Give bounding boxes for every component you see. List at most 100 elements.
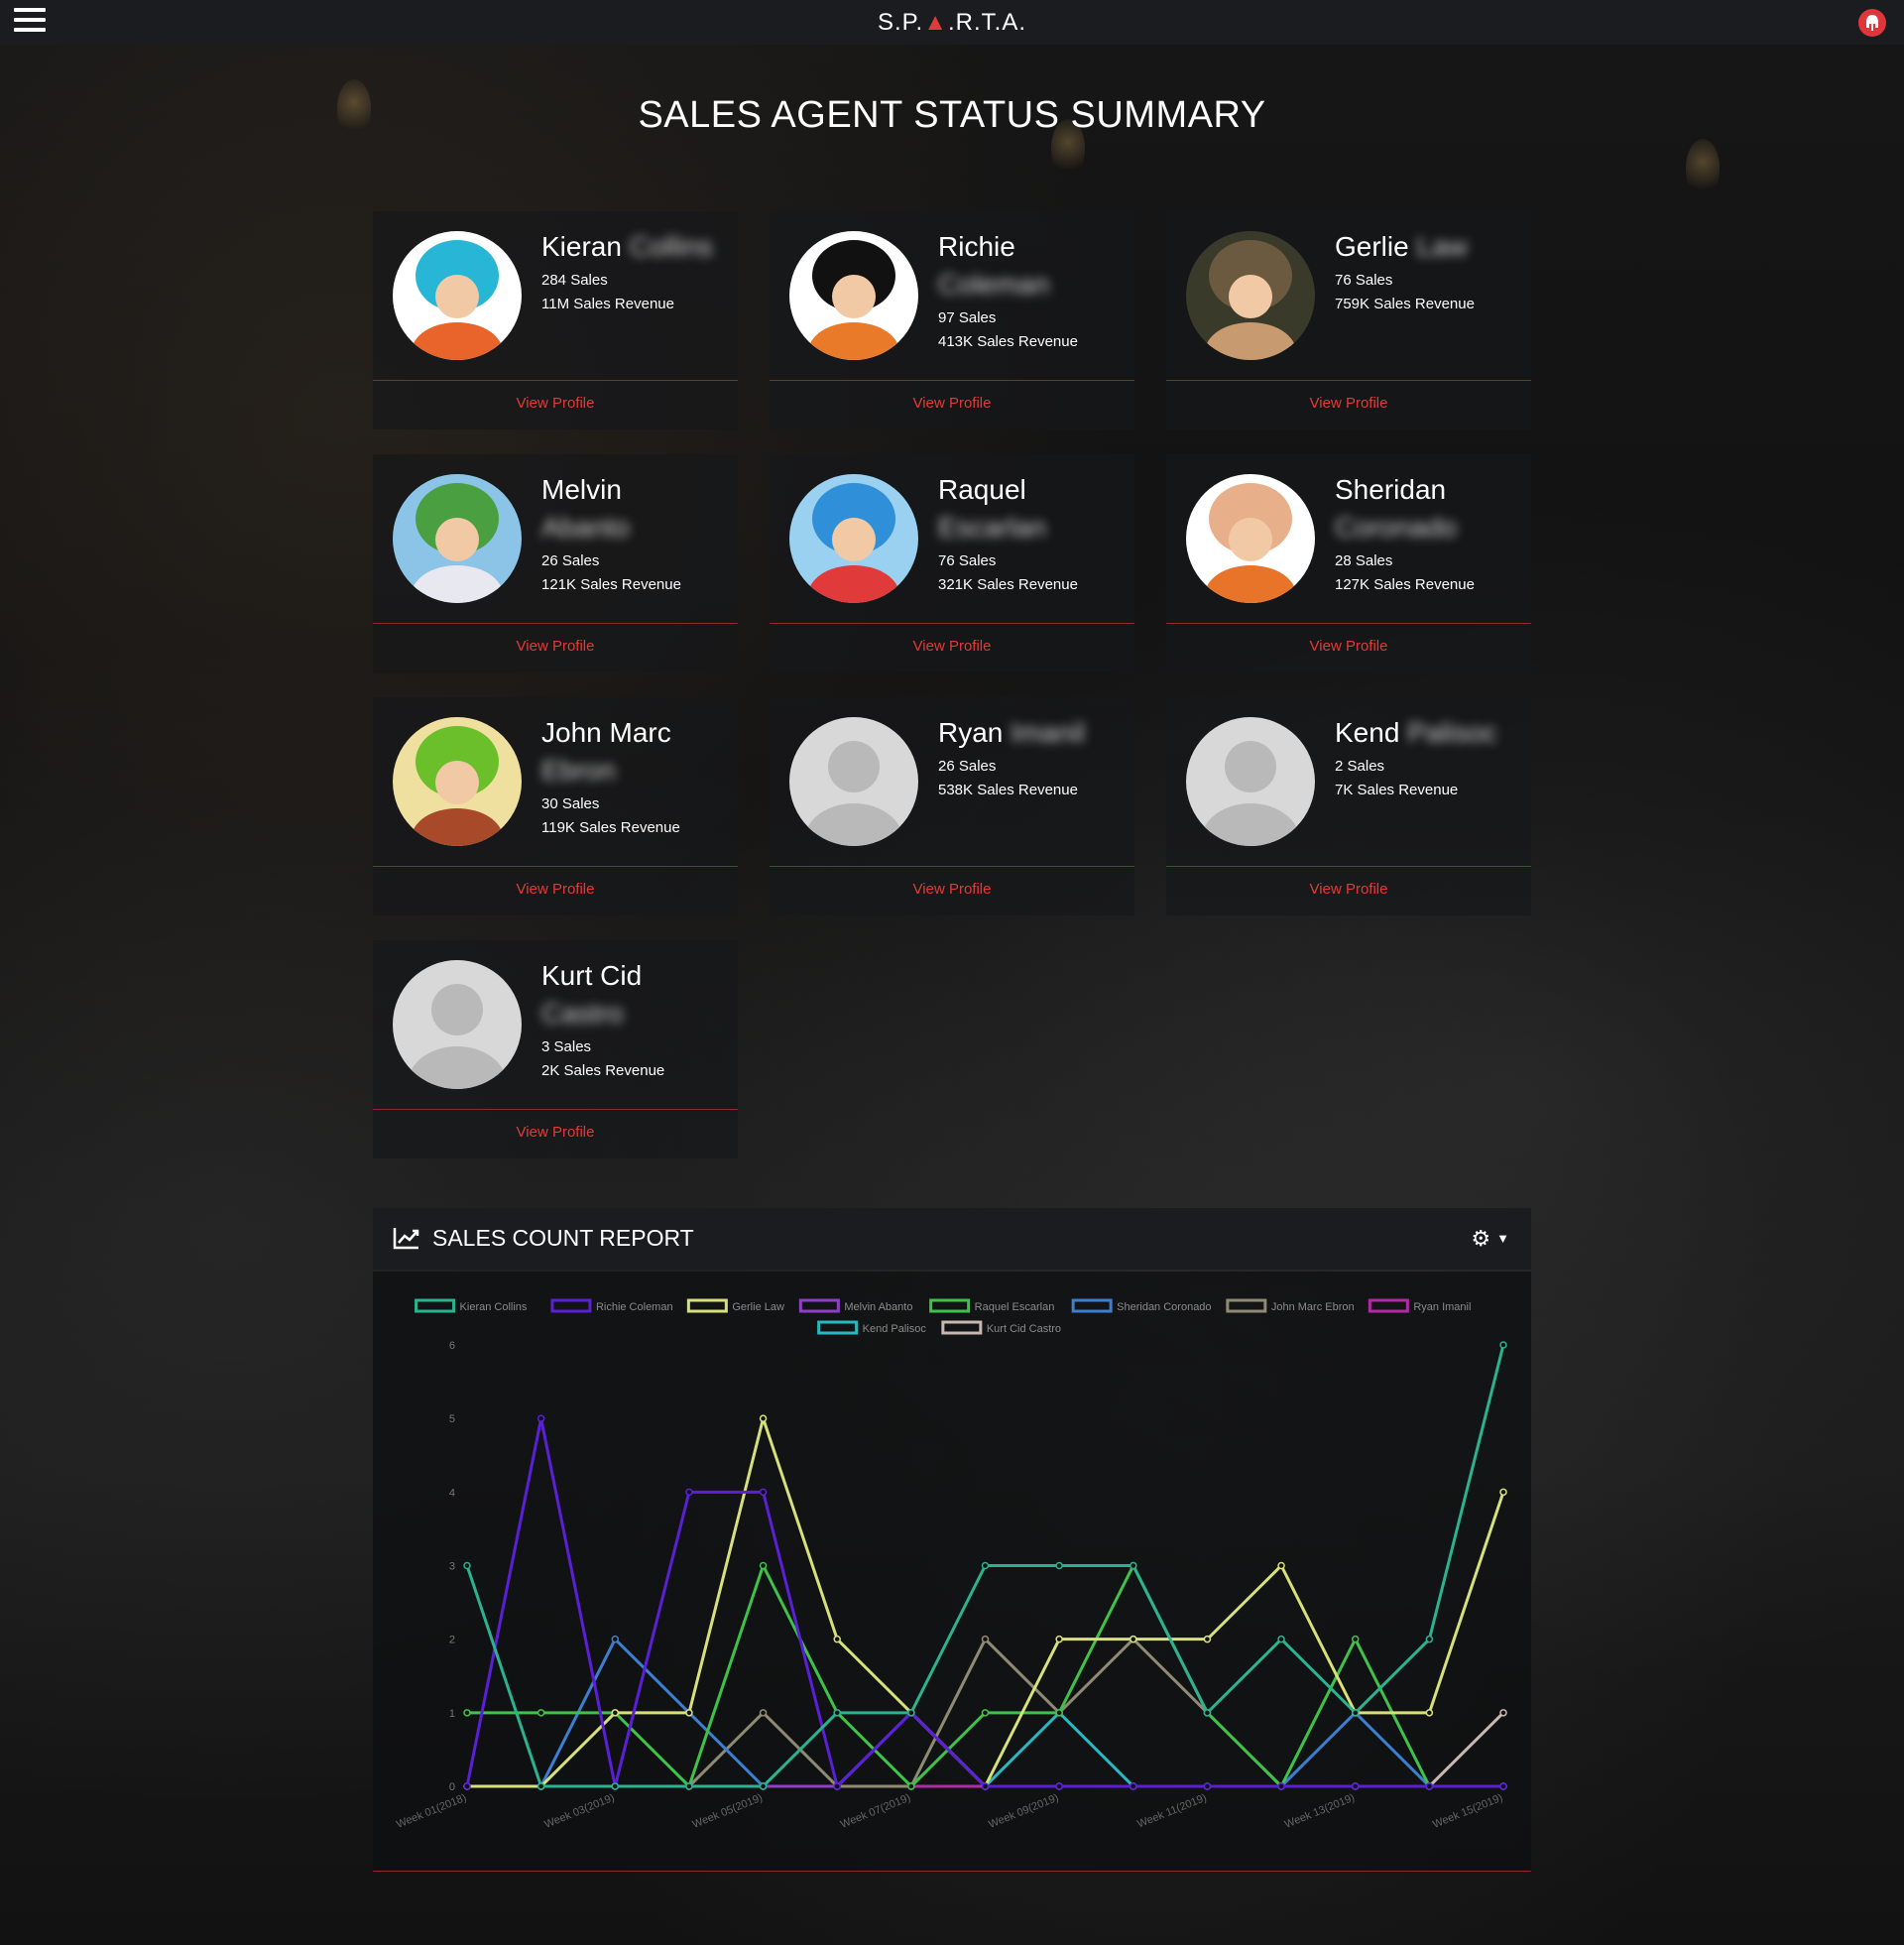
view-profile-link[interactable]: View Profile: [1166, 638, 1531, 655]
caret-down-icon: ▼: [1496, 1231, 1509, 1246]
agent-sales-revenue: 413K Sales Revenue: [938, 333, 1078, 350]
view-profile-link[interactable]: View Profile: [1166, 881, 1531, 898]
agent-avatar: [393, 717, 522, 846]
agent-avatar: [393, 231, 522, 360]
agent-avatar: [393, 960, 522, 1089]
agent-stats: 26 Sales 121K Sales Revenue: [541, 549, 681, 597]
view-profile-link[interactable]: View Profile: [770, 881, 1134, 898]
data-point: [536, 1709, 545, 1717]
agent-sales-count: 26 Sales: [938, 758, 997, 775]
card-divider: [373, 380, 738, 381]
agent-card: Kurt Cid Castro 3 Sales 2K Sales Revenue Vie…: [373, 940, 738, 1158]
card-divider: [770, 380, 1134, 381]
agent-name: Gerlie Law: [1335, 231, 1468, 262]
report-footer-divider: [373, 1871, 1531, 1872]
card-divider: [373, 623, 738, 624]
agent-name: Kieran Collins: [541, 231, 713, 262]
view-profile-link[interactable]: View Profile: [1166, 395, 1531, 412]
legend-label: Raquel Escarlan: [975, 1301, 1055, 1313]
agent-last-name-blurred: Coleman: [938, 269, 1050, 300]
agent-sales-revenue: 2K Sales Revenue: [541, 1062, 665, 1079]
legend-label: Melvin Abanto: [844, 1301, 912, 1313]
line-chart-icon: [393, 1228, 419, 1250]
agent-card: Kend Palisoc 2 Sales 7K Sales Revenue View …: [1166, 697, 1531, 915]
data-point: [536, 1414, 545, 1422]
data-point: [1277, 1782, 1285, 1790]
data-point: [1425, 1709, 1434, 1717]
data-point: [611, 1635, 620, 1643]
view-profile-link[interactable]: View Profile: [770, 395, 1134, 412]
view-profile-link[interactable]: View Profile: [770, 638, 1134, 655]
data-point: [463, 1709, 471, 1717]
agent-name: John Marc: [541, 717, 671, 748]
data-point: [1203, 1782, 1212, 1790]
series-line: [467, 1711, 1503, 1788]
agent-last-name-blurred: Abanto: [541, 512, 630, 543]
settings-dropdown[interactable]: ⚙ ▼: [1471, 1226, 1509, 1252]
brand-logo[interactable]: S.P.▲.R.T.A.: [0, 9, 1904, 37]
data-point: [1425, 1782, 1434, 1790]
agent-stats: 28 Sales 127K Sales Revenue: [1335, 549, 1475, 597]
agent-card: Kieran Collins 284 Sales 11M Sales Revenue…: [373, 211, 738, 429]
data-point: [907, 1782, 915, 1790]
y-tick-label: 0: [449, 1781, 455, 1793]
data-point: [1351, 1709, 1360, 1717]
y-tick-label: 1: [449, 1708, 455, 1720]
data-point: [981, 1561, 990, 1570]
legend-label: Richie Coleman: [596, 1301, 673, 1313]
agent-avatar: [789, 717, 918, 846]
data-point: [833, 1782, 841, 1790]
agent-last-name-blurred: Law: [1416, 231, 1468, 262]
y-tick-label: 6: [449, 1340, 455, 1352]
view-profile-link[interactable]: View Profile: [373, 395, 738, 412]
view-profile-link[interactable]: View Profile: [373, 881, 738, 898]
y-tick-label: 2: [449, 1635, 455, 1646]
agent-stats: 76 Sales 759K Sales Revenue: [1335, 269, 1475, 316]
agent-last-name-blurred: Coronado: [1335, 512, 1457, 543]
data-point: [611, 1782, 620, 1790]
agent-stats: 30 Sales 119K Sales Revenue: [541, 792, 680, 840]
agent-sales-count: 97 Sales: [938, 309, 997, 326]
data-point: [1130, 1635, 1137, 1643]
agent-sales-count: 2 Sales: [1335, 758, 1385, 775]
data-point: [611, 1709, 620, 1717]
legend-swatch: [798, 1298, 840, 1313]
agent-stats: 26 Sales 538K Sales Revenue: [938, 755, 1078, 802]
x-tick-label: Week 13(2019): [1283, 1792, 1357, 1831]
agent-sales-count: 76 Sales: [1335, 272, 1393, 289]
legend-swatch: [1071, 1298, 1113, 1313]
legend-label: Sheridan Coronado: [1117, 1301, 1211, 1313]
legend-swatch: [686, 1298, 728, 1313]
agent-stats: 2 Sales 7K Sales Revenue: [1335, 755, 1458, 802]
agent-sales-revenue: 127K Sales Revenue: [1335, 576, 1475, 593]
agent-last-name-blurred: Imanil: [1011, 717, 1085, 748]
brand-text-right: .R.T.A.: [948, 9, 1027, 36]
legend-swatch: [817, 1320, 859, 1335]
data-point: [1203, 1709, 1212, 1717]
agent-name: Sheridan: [1335, 474, 1447, 505]
gear-icon: ⚙: [1471, 1226, 1491, 1251]
report-panel-body: Kieran Collins Richie Coleman Gerlie Law Me…: [373, 1272, 1531, 1871]
agent-sales-count: 76 Sales: [938, 552, 997, 569]
view-profile-link[interactable]: View Profile: [373, 1124, 738, 1141]
agent-card: Raquel Escarlan 76 Sales 321K Sales Revenue…: [770, 454, 1134, 672]
data-point: [1130, 1782, 1137, 1790]
card-divider: [1166, 380, 1531, 381]
spartan-helmet-icon[interactable]: [1858, 9, 1886, 37]
top-navbar: S.P.▲.R.T.A.: [0, 0, 1904, 45]
data-point: [759, 1782, 768, 1790]
x-tick-label: Week 09(2019): [987, 1792, 1060, 1831]
data-point: [907, 1709, 915, 1717]
data-point: [759, 1561, 768, 1570]
spartan-helmet-icon: ▲: [923, 9, 948, 36]
agent-avatar: [1186, 231, 1315, 360]
card-divider: [1166, 623, 1531, 624]
agent-sales-revenue: 321K Sales Revenue: [938, 576, 1078, 593]
agent-sales-count: 26 Sales: [541, 552, 600, 569]
agent-stats: 97 Sales 413K Sales Revenue: [938, 306, 1078, 354]
view-profile-link[interactable]: View Profile: [373, 638, 738, 655]
data-point: [1055, 1635, 1063, 1643]
x-tick-label: Week 01(2018): [395, 1792, 468, 1831]
report-title: SALES COUNT REPORT: [432, 1225, 694, 1251]
report-panel-header: SALES COUNT REPORT ⚙ ▼: [373, 1208, 1531, 1270]
